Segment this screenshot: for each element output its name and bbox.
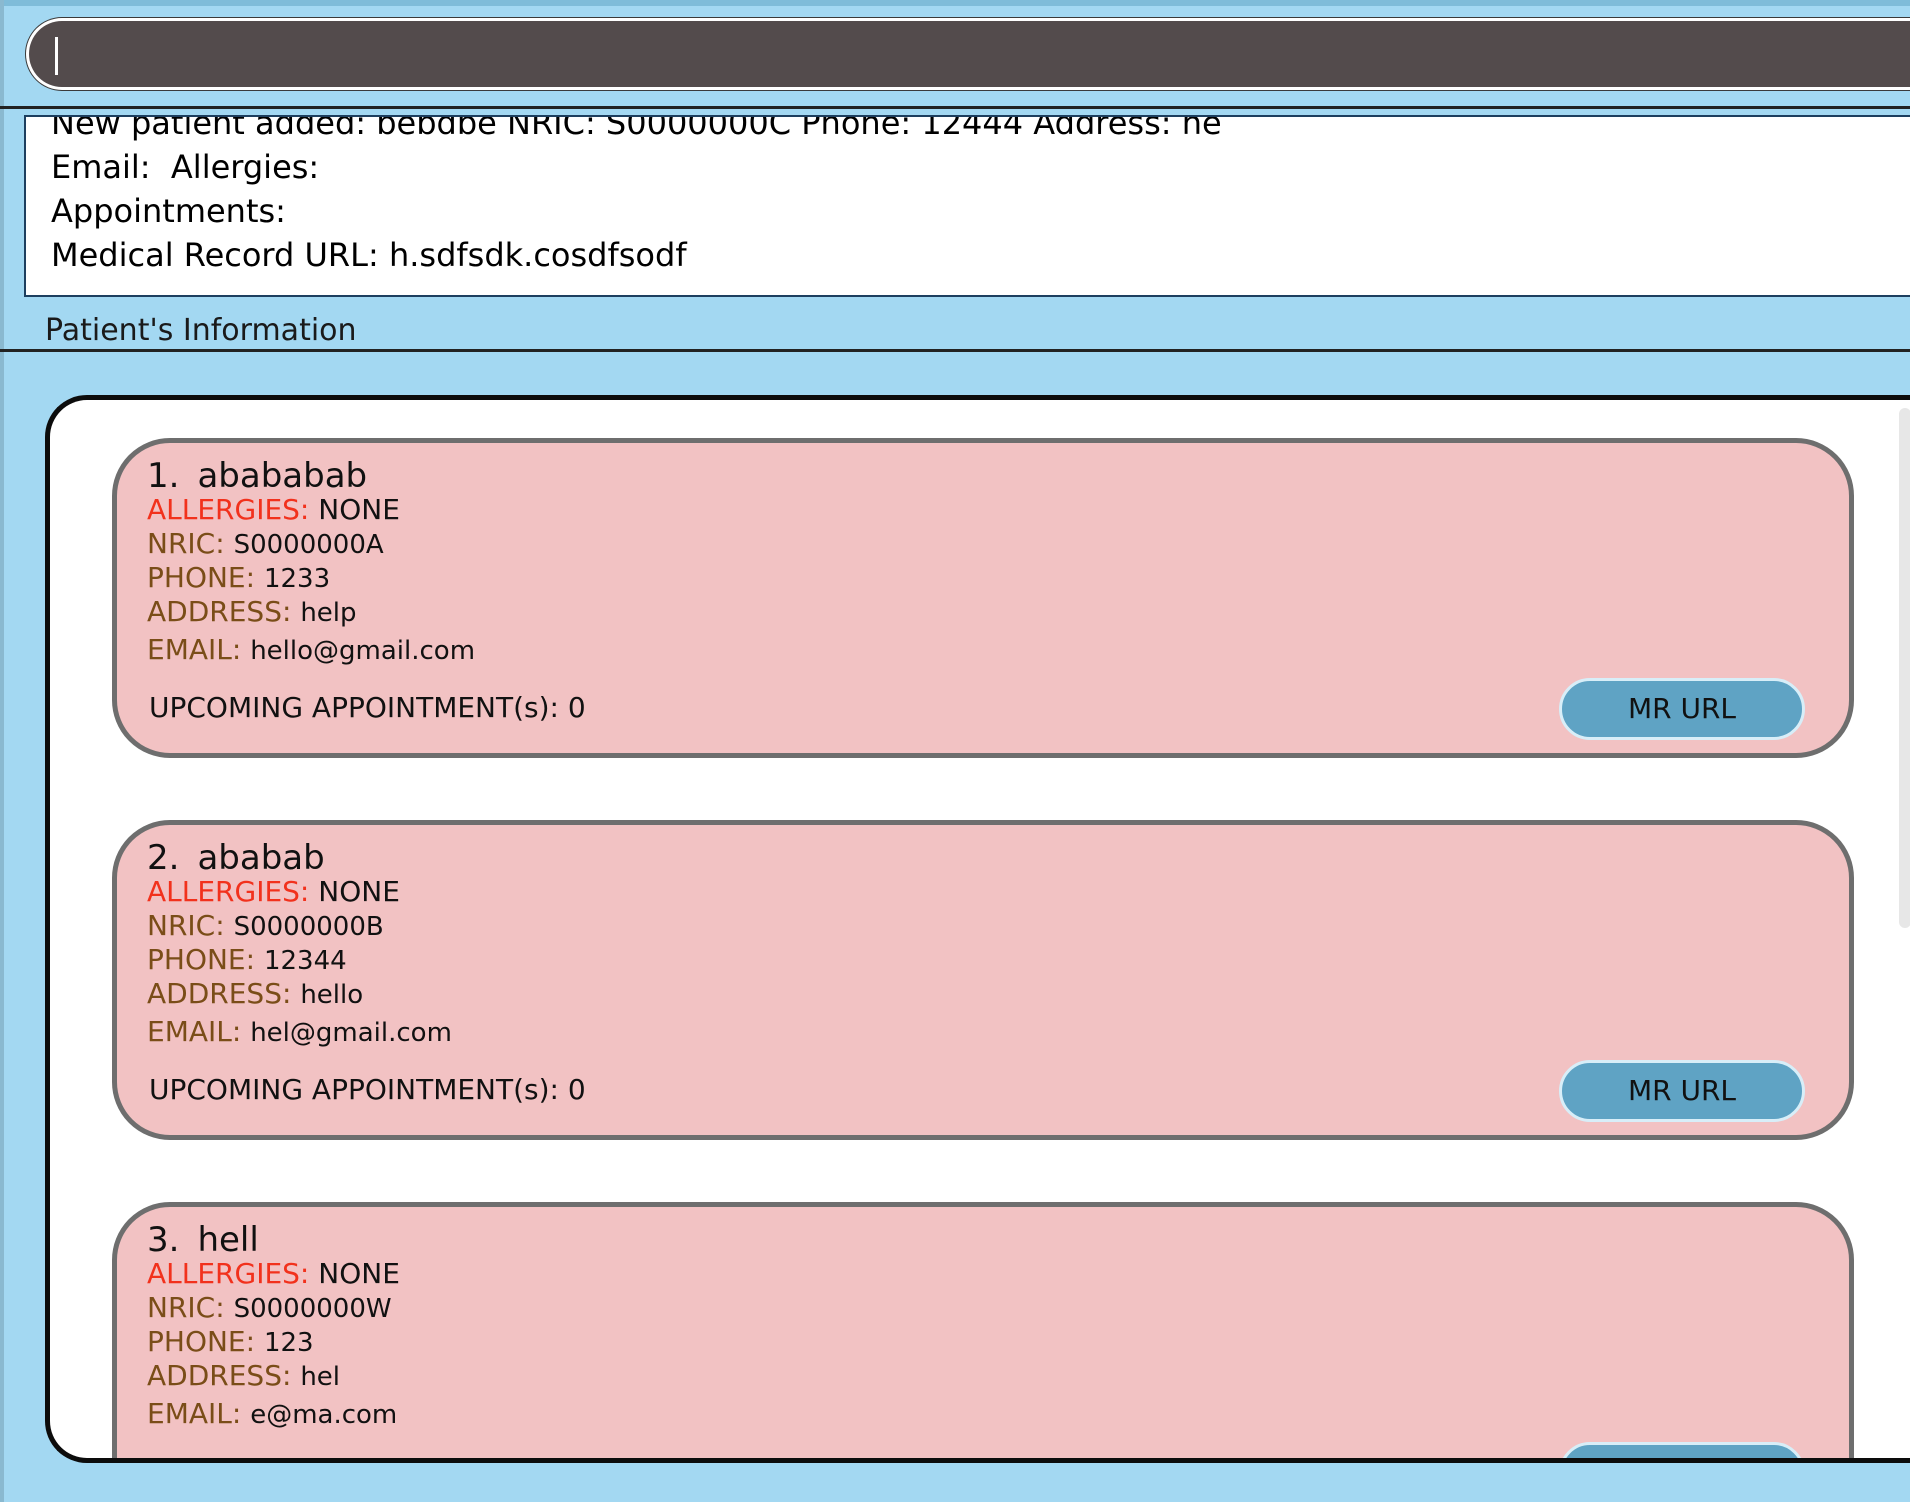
- allergies-label: ALLERGIES:: [147, 875, 310, 908]
- patient-index: 2.: [147, 838, 180, 878]
- allergies-value: NONE: [318, 493, 400, 526]
- patient-card[interactable]: 1. abababab ALLERGIES: NONE NRIC: S000000…: [112, 438, 1854, 758]
- patient-card-title: 2. ababab: [147, 838, 325, 878]
- email-label: EMAIL:: [147, 1397, 242, 1430]
- text-caret: [55, 37, 58, 75]
- appointments-count: UPCOMING APPOINTMENT(s): 0: [149, 1073, 586, 1106]
- email-label: EMAIL:: [147, 633, 242, 666]
- patient-name: abababab: [197, 456, 368, 496]
- phone-label: PHONE:: [147, 943, 256, 976]
- nric-value: S0000000B: [233, 912, 384, 942]
- address-label: ADDRESS:: [147, 977, 292, 1010]
- patient-index: 1.: [147, 456, 180, 496]
- patient-index: 3.: [147, 1220, 180, 1260]
- phone-field: PHONE: 12344: [147, 943, 347, 976]
- allergies-value: NONE: [318, 1257, 400, 1290]
- patient-card[interactable]: 2. ababab ALLERGIES: NONE NRIC: S0000000B…: [112, 820, 1854, 1140]
- address-value: hel: [300, 1362, 341, 1392]
- address-field: ADDRESS: hel: [147, 1359, 340, 1392]
- address-label: ADDRESS:: [147, 595, 292, 628]
- patient-card-title: 3. hell: [147, 1220, 259, 1260]
- phone-value: 123: [263, 1328, 314, 1358]
- patient-name: hell: [197, 1220, 259, 1260]
- patient-card-title: 1. abababab: [147, 456, 367, 496]
- allergies-label: ALLERGIES:: [147, 1257, 310, 1290]
- nric-label: NRIC:: [147, 909, 225, 942]
- window-top-edge: [0, 0, 1910, 6]
- email-field: EMAIL: hello@gmail.com: [147, 633, 475, 666]
- phone-value: 1233: [263, 564, 331, 594]
- nric-value: S0000000W: [233, 1294, 392, 1324]
- phone-field: PHONE: 123: [147, 1325, 314, 1358]
- email-field: EMAIL: e@ma.com: [147, 1397, 397, 1430]
- command-input[interactable]: [26, 18, 1910, 90]
- nric-value: S0000000A: [233, 530, 384, 560]
- phone-value: 12344: [263, 946, 347, 976]
- allergies-field: ALLERGIES: NONE: [147, 875, 400, 908]
- phone-label: PHONE:: [147, 1325, 256, 1358]
- mr-url-button[interactable]: MR URL: [1559, 678, 1805, 740]
- allergies-field: ALLERGIES: NONE: [147, 1257, 400, 1290]
- result-display[interactable]: New patient added: bebdbe NRIC: S0000000…: [24, 115, 1910, 297]
- nric-field: NRIC: S0000000W: [147, 1291, 392, 1324]
- email-field: EMAIL: hel@gmail.com: [147, 1015, 452, 1048]
- address-field: ADDRESS: help: [147, 595, 357, 628]
- divider: [0, 349, 1910, 352]
- result-display-text: New patient added: bebdbe NRIC: S0000000…: [51, 115, 1222, 274]
- divider: [0, 106, 1910, 109]
- appointments-count: UPCOMING APPOINTMENT(s): 0: [149, 691, 586, 724]
- nric-field: NRIC: S0000000A: [147, 527, 384, 560]
- panel-title: Patient's Information: [45, 313, 357, 348]
- patient-name: ababab: [197, 838, 325, 878]
- patient-card[interactable]: 3. hell ALLERGIES: NONE NRIC: S0000000W P…: [112, 1202, 1854, 1458]
- address-field: ADDRESS: hello: [147, 977, 363, 1010]
- address-label: ADDRESS:: [147, 1359, 292, 1392]
- email-label: EMAIL:: [147, 1015, 242, 1048]
- allergies-label: ALLERGIES:: [147, 493, 310, 526]
- phone-field: PHONE: 1233: [147, 561, 330, 594]
- phone-label: PHONE:: [147, 561, 256, 594]
- allergies-field: ALLERGIES: NONE: [147, 493, 400, 526]
- nric-label: NRIC:: [147, 527, 225, 560]
- nric-label: NRIC:: [147, 1291, 225, 1324]
- nric-field: NRIC: S0000000B: [147, 909, 384, 942]
- address-value: hello: [300, 980, 364, 1010]
- email-value: hello@gmail.com: [250, 636, 476, 666]
- allergies-value: NONE: [318, 875, 400, 908]
- email-value: e@ma.com: [250, 1400, 398, 1430]
- window-left-edge: [0, 0, 4, 1502]
- address-value: help: [300, 598, 357, 628]
- mr-url-button[interactable]: MR URL: [1559, 1060, 1805, 1122]
- mr-url-button[interactable]: [1559, 1442, 1805, 1458]
- patient-list[interactable]: 1. abababab ALLERGIES: NONE NRIC: S000000…: [45, 395, 1910, 1463]
- scrollbar[interactable]: [1899, 408, 1910, 928]
- email-value: hel@gmail.com: [250, 1018, 452, 1048]
